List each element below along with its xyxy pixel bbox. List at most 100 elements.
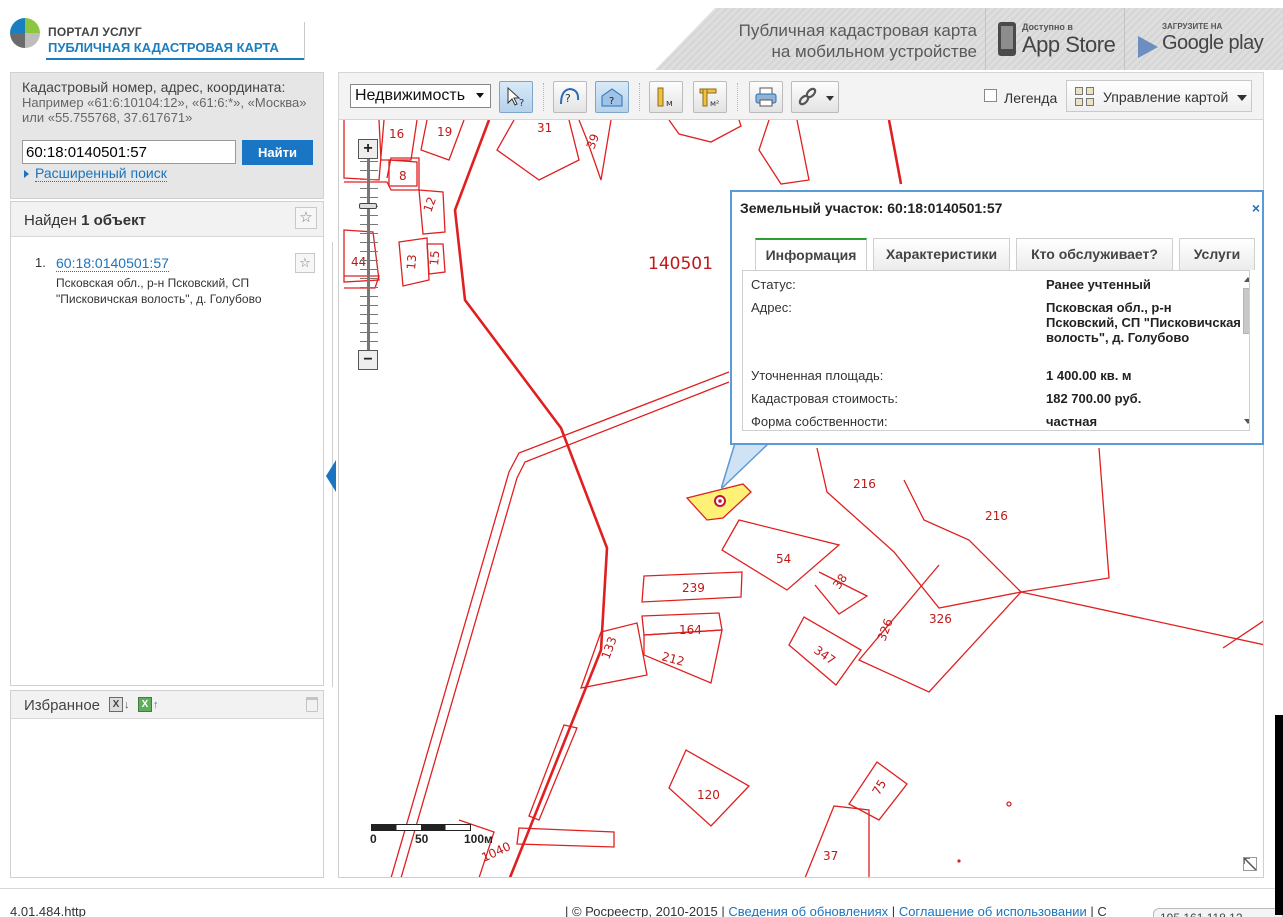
- legend-checkbox[interactable]: [984, 89, 997, 102]
- result-cadastral-link[interactable]: 60:18:0140501:57: [56, 255, 169, 272]
- tab-services[interactable]: Услуги: [1179, 238, 1255, 270]
- parcel-info-popup: Земельный участок: 60:18:0140501:57 × Ин…: [730, 190, 1264, 445]
- map-toolbar: Недвижимость ? ? ? м м² Легенда Управлен…: [338, 72, 1264, 120]
- favorites-title: Избранное: [24, 697, 101, 714]
- info-key: Кадастровая стоимость:: [751, 391, 898, 406]
- footer-tail: | С: [1090, 904, 1107, 917]
- portal-logo[interactable]: ПОРТАЛ УСЛУГ ПУБЛИЧНАЯ КАДАСТРОВАЯ КАРТА: [8, 18, 308, 64]
- info-key: Форма собственности:: [751, 414, 888, 429]
- parcel-outline: [668, 120, 742, 143]
- layer-select[interactable]: Недвижимость: [350, 84, 491, 108]
- search-hint: Например «61:6:10104:12», «61:6:*», «Мос…: [22, 95, 307, 125]
- scale-bar: 0 50 100м: [370, 822, 510, 852]
- map-control-dropdown[interactable]: Управление картой: [1066, 80, 1252, 112]
- parcel-number: 347: [811, 643, 838, 668]
- scroll-down-icon[interactable]: [1244, 419, 1249, 424]
- parcel-number: 38: [830, 571, 850, 592]
- favorites-header: Избранное X ↓ X ↑: [11, 691, 323, 719]
- add-favorite-star-icon[interactable]: ☆: [295, 253, 315, 273]
- zoom-slider-handle[interactable]: [359, 203, 377, 209]
- identify-tool-button[interactable]: ?: [499, 81, 533, 113]
- close-icon[interactable]: ×: [1248, 201, 1264, 217]
- status-bar: 4.01.484.http | © Росреестр, 2010-2015 |…: [0, 888, 1283, 917]
- chevron-down-icon: [826, 96, 834, 101]
- zoom-control: + −: [358, 139, 380, 371]
- screen-edge: [1275, 715, 1283, 915]
- measure-area-button[interactable]: м²: [693, 81, 727, 113]
- print-button[interactable]: [749, 81, 783, 113]
- google-play-button[interactable]: ЗАГРУЗИТЕ НА Google play: [1126, 8, 1283, 70]
- scale-bar-graphic: [371, 824, 471, 831]
- popup-scrollbar[interactable]: [1243, 275, 1249, 426]
- parcel-outline: [1020, 447, 1110, 593]
- app-store-button[interactable]: Доступно в App Store: [985, 8, 1125, 70]
- parcel-number: 13: [404, 254, 419, 270]
- select-area-tool-button[interactable]: ?: [553, 81, 587, 113]
- share-link-button[interactable]: [791, 81, 839, 113]
- scale-label-50: 50: [415, 832, 429, 846]
- search-panel: Кадастровый номер, адрес, координата: На…: [10, 72, 324, 199]
- add-all-favorites-star-icon[interactable]: ☆: [295, 207, 317, 229]
- import-excel-icon[interactable]: X ↑: [138, 696, 162, 713]
- advanced-search-link[interactable]: Расширенный поиск: [24, 165, 167, 182]
- svg-text:м: м: [666, 99, 673, 108]
- results-header: Найден 1 объект ☆: [11, 202, 323, 237]
- parcel-number: 31: [537, 121, 552, 135]
- info-key: Статус:: [751, 277, 796, 292]
- svg-text:?: ?: [565, 92, 571, 105]
- tab-information[interactable]: Информация: [755, 238, 867, 271]
- expand-arrow-icon[interactable]: [1243, 857, 1257, 871]
- zoom-slider-track[interactable]: [367, 159, 370, 350]
- tab-characteristics[interactable]: Характеристики: [873, 238, 1010, 270]
- popup-title: Земельный участок: 60:18:0140501:57: [740, 200, 1003, 216]
- popup-content: Статус: Ранее учтенный Адрес: Псковская …: [742, 270, 1250, 431]
- parcel-outline: [758, 120, 810, 185]
- results-title: Найден 1 объект: [24, 212, 146, 229]
- favorites-panel: Избранное X ↓ X ↑: [10, 690, 324, 878]
- map-control-label: Управление картой: [1103, 89, 1229, 105]
- promo-text-line-1: Публичная кадастровая карта: [738, 21, 977, 40]
- chevron-down-icon: [1237, 95, 1247, 101]
- parcel-number: 120: [697, 788, 720, 802]
- layer-select-value: Недвижимость: [355, 87, 466, 104]
- agreement-link[interactable]: Соглашение об использовании: [899, 904, 1087, 917]
- google-play-icon: [1138, 36, 1158, 58]
- zoom-in-button[interactable]: +: [358, 139, 378, 159]
- parcel-number: 8: [399, 169, 407, 183]
- info-value: частная: [1046, 414, 1098, 429]
- search-input[interactable]: [22, 140, 236, 164]
- area-ruler-icon: м²: [699, 88, 719, 108]
- point-marker: [957, 859, 961, 863]
- measure-distance-button[interactable]: м: [649, 81, 683, 113]
- result-number: 1.: [35, 255, 46, 270]
- phone-icon: [998, 22, 1016, 56]
- find-button[interactable]: Найти: [242, 140, 313, 165]
- header: ПОРТАЛ УСЛУГ ПУБЛИЧНАЯ КАДАСТРОВАЯ КАРТА…: [0, 0, 1283, 70]
- app-store-label: App Store: [1022, 32, 1116, 57]
- parcel-number: 75: [869, 777, 889, 797]
- parcel-number: 15: [427, 250, 442, 266]
- parcel-number: 39: [584, 132, 602, 151]
- road-outline: [516, 827, 615, 848]
- updates-link[interactable]: Сведения об обновлениях: [728, 904, 888, 917]
- scale-label-100: 100м: [464, 832, 493, 846]
- trash-icon[interactable]: [306, 697, 318, 712]
- road-line: [887, 120, 903, 185]
- tab-who-serves[interactable]: Кто обслуживает?: [1016, 238, 1173, 270]
- parcel-number: 12: [421, 195, 439, 214]
- building-info-tool-button[interactable]: ?: [595, 81, 629, 113]
- panel-splitter[interactable]: [326, 72, 336, 878]
- road-line: [453, 120, 609, 877]
- legend-label: Легенда: [1004, 90, 1058, 106]
- area-question-icon: ?: [560, 87, 580, 105]
- scroll-up-icon[interactable]: [1244, 277, 1249, 282]
- zoom-out-button[interactable]: −: [358, 350, 378, 370]
- layers-grid-icon: [1075, 87, 1095, 107]
- export-excel-icon[interactable]: X ↓: [109, 696, 133, 713]
- parcel-number: 212: [660, 649, 686, 668]
- google-play-label: Google play: [1162, 32, 1264, 54]
- parcel-outline: [804, 805, 870, 877]
- collapse-panel-arrow-icon[interactable]: [326, 460, 336, 492]
- footer-links: | © Росреестр, 2010-2015 | Сведения об о…: [565, 904, 1107, 917]
- scroll-thumb[interactable]: [1243, 288, 1249, 334]
